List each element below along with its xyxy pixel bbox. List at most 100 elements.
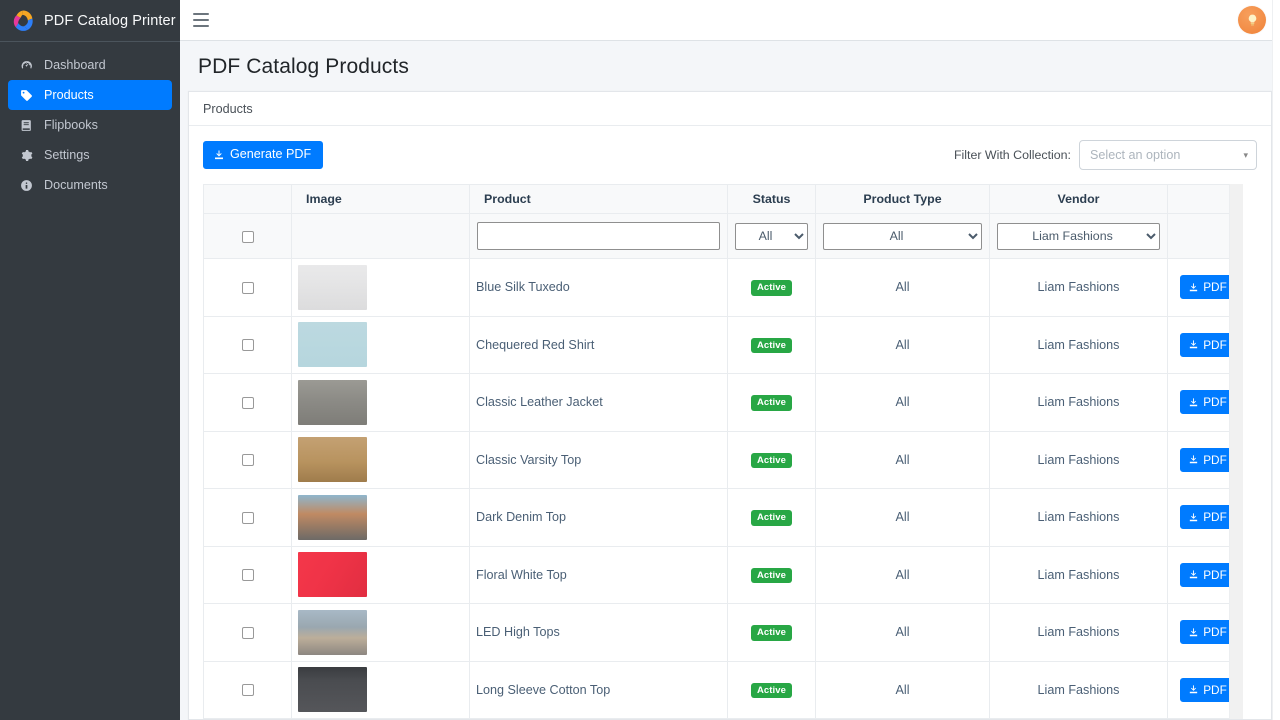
brand-title: PDF Catalog Printer	[44, 13, 176, 29]
generate-pdf-button[interactable]: Generate PDF	[203, 141, 323, 170]
row-product-cell: LED High Tops	[470, 604, 728, 662]
row-image-cell	[292, 431, 470, 489]
generate-pdf-label: Generate PDF	[230, 148, 311, 162]
sidebar-item-products[interactable]: Products	[8, 80, 172, 110]
row-select-cell	[204, 546, 292, 604]
row-select-cell	[204, 489, 292, 547]
image-filter-cell	[292, 214, 470, 259]
book-icon	[16, 119, 36, 132]
select-all-checkbox[interactable]	[242, 231, 254, 243]
select-all-cell	[204, 214, 292, 259]
th-status: Status	[728, 185, 816, 214]
status-badge: Active	[751, 510, 792, 526]
row-status-cell: Active	[728, 316, 816, 374]
status-badge: Active	[751, 568, 792, 584]
dark-denim-top-thumbnail	[298, 495, 367, 540]
row-image-cell	[292, 374, 470, 432]
row-checkbox[interactable]	[242, 454, 254, 466]
card-body: Generate PDF Filter With Collection: Sel…	[189, 126, 1271, 719]
trefoil-logo-icon	[10, 8, 36, 34]
row-pdf-label: PDF	[1203, 339, 1227, 351]
sidebar-item-label: Dashboard	[44, 58, 106, 72]
page-scrollbar[interactable]	[1272, 0, 1280, 720]
row-status-cell: Active	[728, 661, 816, 719]
hamburger-menu-icon[interactable]	[193, 13, 209, 27]
sidebar-item-label: Documents	[44, 178, 108, 192]
row-vendor-cell: Liam Fashions	[990, 374, 1168, 432]
row-image-cell	[292, 604, 470, 662]
product-type-filter-select[interactable]: All	[823, 223, 982, 250]
row-status-cell: Active	[728, 489, 816, 547]
row-product-cell: Classic Varsity Top	[470, 431, 728, 489]
table-row: Classic Leather JacketActiveAllLiam Fash…	[204, 374, 1244, 432]
row-product-cell: Classic Leather Jacket	[470, 374, 728, 432]
row-select-cell	[204, 431, 292, 489]
classic-varsity-top-thumbnail	[298, 437, 367, 482]
row-status-cell: Active	[728, 259, 816, 317]
products-table-scroll[interactable]: Image Product Status Product Type Vendor	[203, 184, 1243, 719]
tag-icon	[16, 89, 36, 102]
status-badge: Active	[751, 280, 792, 296]
download-icon	[1188, 512, 1199, 523]
table-row: Classic Varsity TopActiveAllLiam Fashion…	[204, 431, 1244, 489]
row-checkbox[interactable]	[242, 512, 254, 524]
status-badge: Active	[751, 453, 792, 469]
row-product-cell: Floral White Top	[470, 546, 728, 604]
row-vendor-cell: Liam Fashions	[990, 604, 1168, 662]
card-header-title: Products	[203, 102, 253, 116]
download-icon	[1188, 569, 1199, 580]
caret-down-icon: ▾	[1243, 150, 1248, 161]
row-checkbox[interactable]	[242, 627, 254, 639]
product-filter-input[interactable]	[477, 222, 720, 250]
row-vendor-cell: Liam Fashions	[990, 431, 1168, 489]
table-filter-row: All All Liam Fas	[204, 214, 1244, 259]
sidebar-item-flipbooks[interactable]: Flipbooks	[8, 110, 172, 140]
products-table: Image Product Status Product Type Vendor	[203, 184, 1243, 719]
lightbulb-icon[interactable]	[1238, 6, 1266, 34]
page-header: PDF Catalog Products	[180, 41, 1280, 91]
table-scrollbar-thumb[interactable]	[1231, 184, 1243, 514]
tachometer-icon	[16, 59, 36, 72]
status-filter-cell: All	[728, 214, 816, 259]
sidebar-item-label: Settings	[44, 148, 90, 162]
table-vertical-scrollbar[interactable]	[1229, 184, 1243, 719]
sidebar-item-dashboard[interactable]: Dashboard	[8, 50, 172, 80]
collection-filter: Filter With Collection: Select an option…	[954, 140, 1257, 170]
row-checkbox[interactable]	[242, 282, 254, 294]
row-status-cell: Active	[728, 546, 816, 604]
vendor-filter-select[interactable]: Liam Fashions	[997, 223, 1160, 250]
status-filter-select[interactable]: All	[735, 223, 808, 250]
row-product-type-cell: All	[816, 316, 990, 374]
sidebar-item-documents[interactable]: Documents	[8, 170, 172, 200]
row-checkbox[interactable]	[242, 339, 254, 351]
row-checkbox[interactable]	[242, 397, 254, 409]
long-sleeve-cotton-top-thumbnail	[298, 667, 367, 712]
row-vendor-cell: Liam Fashions	[990, 546, 1168, 604]
status-badge: Active	[751, 683, 792, 699]
collection-select[interactable]: Select an option ▾	[1079, 140, 1257, 170]
row-checkbox[interactable]	[242, 569, 254, 581]
brand-header[interactable]: PDF Catalog Printer	[0, 0, 180, 42]
download-icon	[1188, 454, 1199, 465]
table-row: LED High TopsActiveAllLiam FashionsPDF	[204, 604, 1244, 662]
chequered-red-shirt-thumbnail	[298, 322, 367, 367]
row-pdf-label: PDF	[1203, 511, 1227, 523]
row-checkbox[interactable]	[242, 684, 254, 696]
row-select-cell	[204, 604, 292, 662]
th-product-type: Product Type	[816, 185, 990, 214]
row-image-cell	[292, 546, 470, 604]
row-product-cell: Dark Denim Top	[470, 489, 728, 547]
row-vendor-cell: Liam Fashions	[990, 489, 1168, 547]
table-toolbar: Generate PDF Filter With Collection: Sel…	[203, 140, 1257, 170]
row-product-cell: Blue Silk Tuxedo	[470, 259, 728, 317]
floral-white-top-thumbnail	[298, 552, 367, 597]
led-high-tops-thumbnail	[298, 610, 367, 655]
sidebar: PDF Catalog Printer Dashboard Products F…	[0, 0, 180, 720]
row-product-cell: Chequered Red Shirt	[470, 316, 728, 374]
sidebar-item-settings[interactable]: Settings	[8, 140, 172, 170]
row-status-cell: Active	[728, 374, 816, 432]
row-status-cell: Active	[728, 604, 816, 662]
collection-filter-label: Filter With Collection:	[954, 148, 1071, 162]
table-row: Floral White TopActiveAllLiam FashionsPD…	[204, 546, 1244, 604]
sidebar-nav: Dashboard Products Flipbooks Settings	[0, 42, 180, 200]
